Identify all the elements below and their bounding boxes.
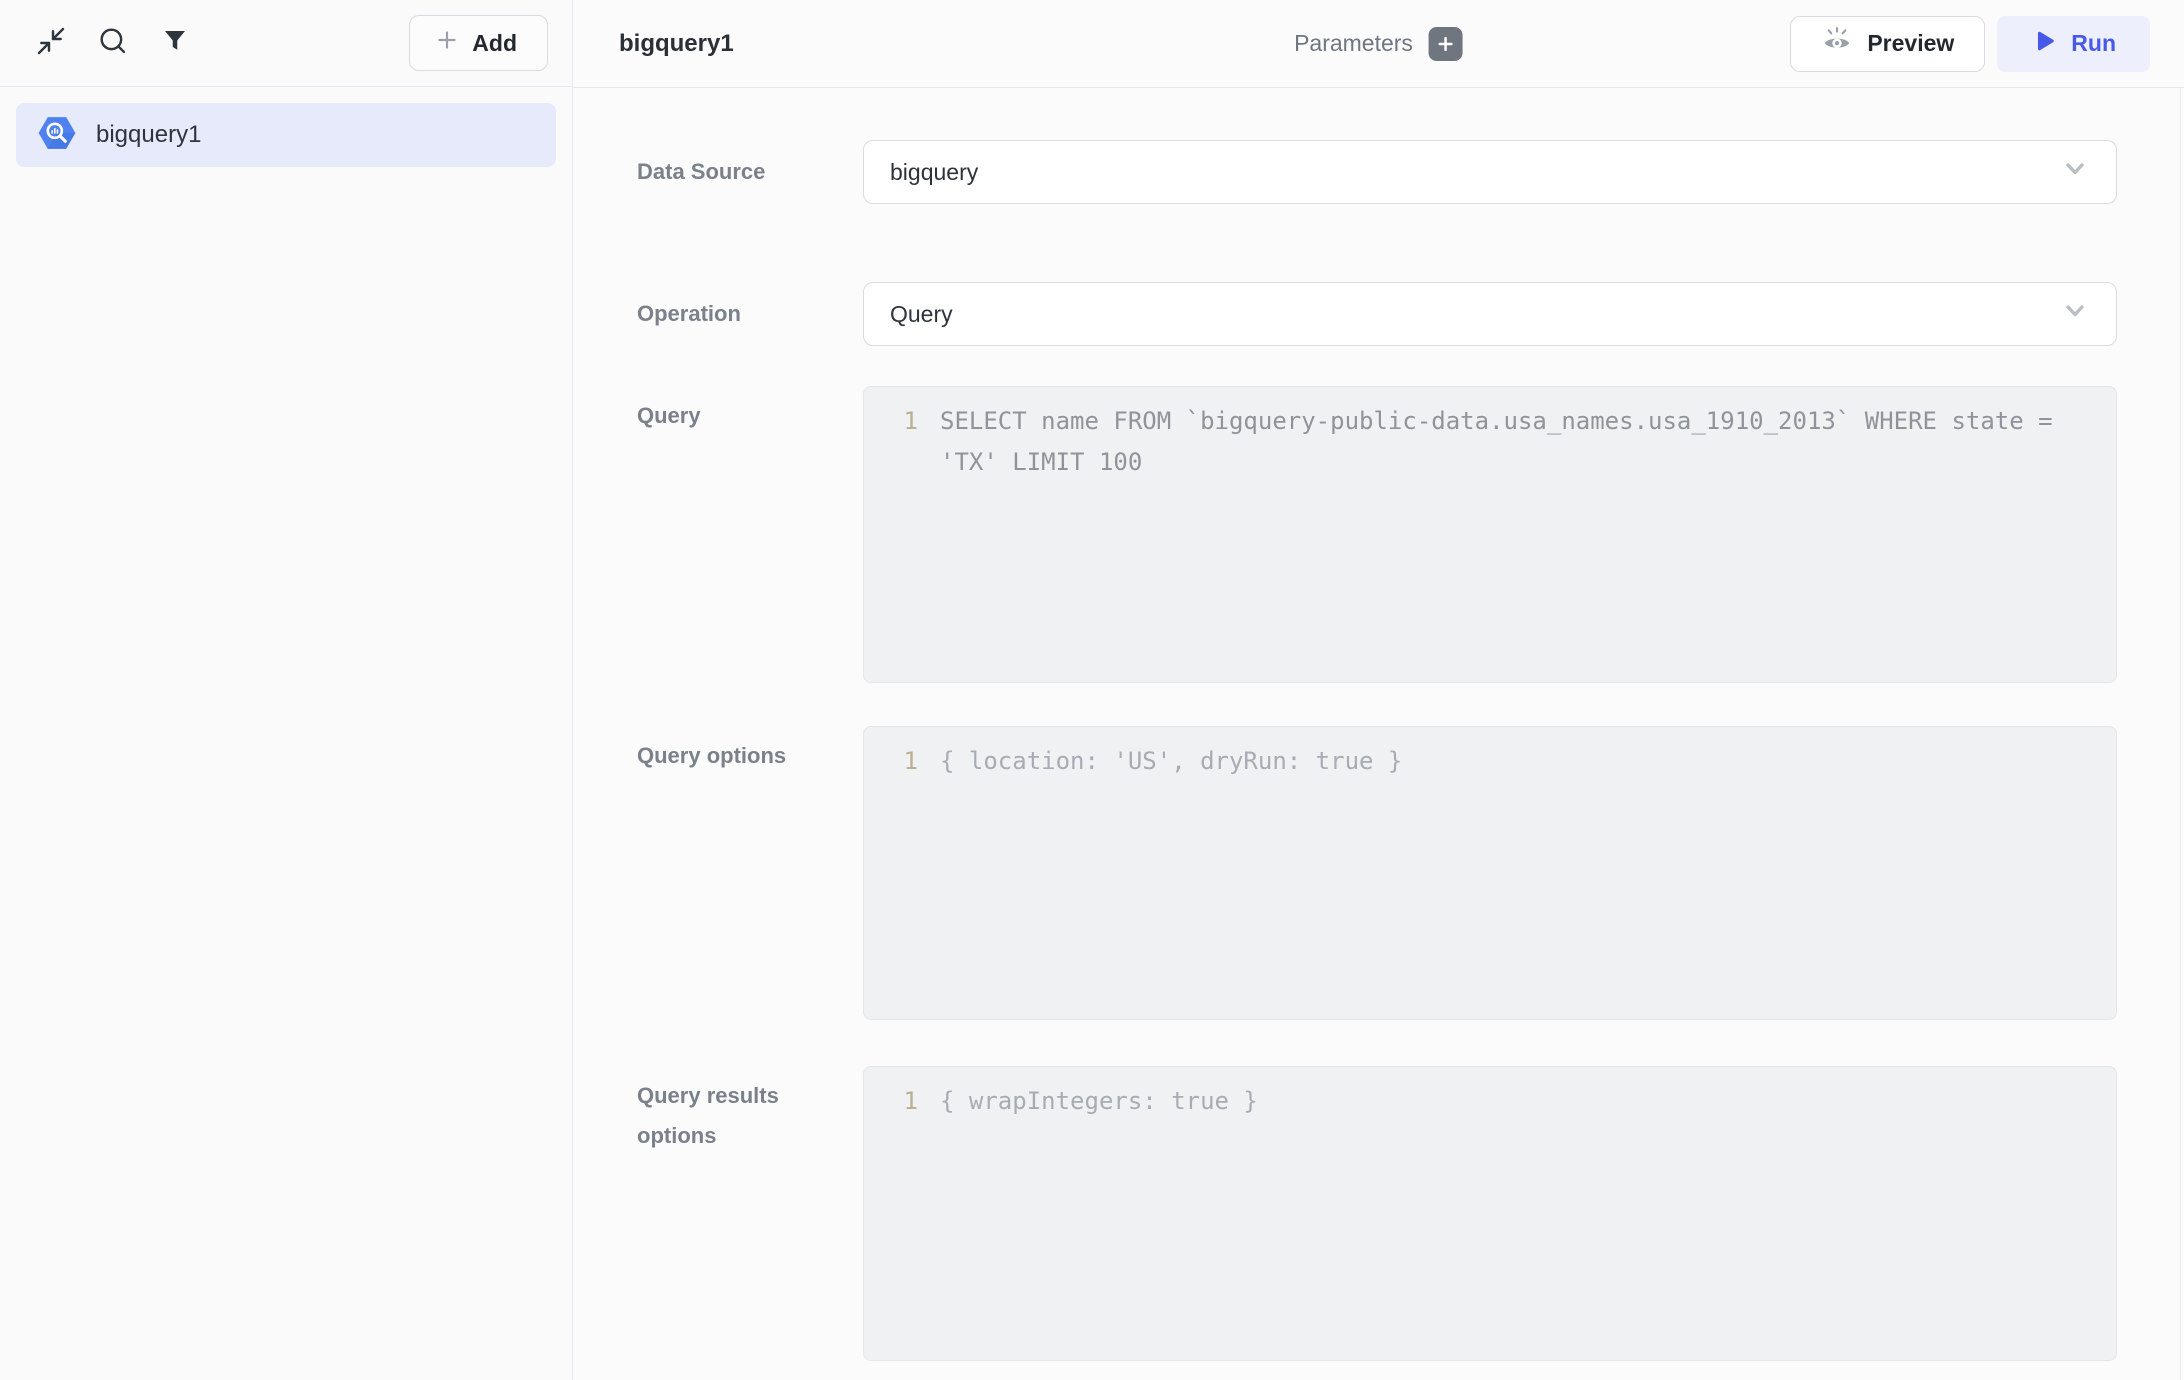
plus-icon xyxy=(434,27,460,59)
search-icon xyxy=(97,25,129,62)
query-options-label: Query options xyxy=(637,726,863,776)
operation-row: Operation Query xyxy=(637,282,2117,346)
query-results-options-editor[interactable]: 1 { wrapIntegers: true } xyxy=(863,1066,2117,1361)
data-source-select[interactable]: bigquery xyxy=(863,140,2117,204)
query-editor-header: bigquery1 Parameters xyxy=(573,0,2184,88)
line-number: 1 xyxy=(888,1081,918,1122)
add-parameter-button[interactable] xyxy=(1429,27,1463,61)
query-item-label: bigquery1 xyxy=(96,121,201,149)
query-results-options-row: Query results options 1 { wrapIntegers: … xyxy=(637,1066,2117,1361)
preview-button[interactable]: Preview xyxy=(1790,16,1985,72)
line-number: 1 xyxy=(888,401,918,442)
run-button[interactable]: Run xyxy=(1997,16,2150,72)
data-source-row: Data Source bigquery xyxy=(637,140,2117,204)
query-label: Query xyxy=(637,386,863,436)
play-icon xyxy=(2031,28,2057,60)
plus-icon xyxy=(1436,34,1456,54)
bigquery-logo-icon xyxy=(36,110,78,161)
header-actions: Preview Run xyxy=(1790,16,2150,72)
query-code-editor[interactable]: 1 SELECT name FROM `bigquery-public-data… xyxy=(863,386,2117,683)
parameters-group: Parameters xyxy=(1294,27,1463,61)
query-editor-main: bigquery1 Parameters xyxy=(573,0,2184,1380)
query-list-item-bigquery1[interactable]: bigquery1 xyxy=(16,103,556,167)
query-panel-sidebar: Add bigquery1 xyxy=(0,0,573,1380)
add-query-button[interactable]: Add xyxy=(409,15,548,71)
line-number: 1 xyxy=(888,741,918,782)
query-form: Data Source bigquery Operation Query xyxy=(573,88,2184,1380)
query-options-placeholder: { location: 'US', dryRun: true } xyxy=(940,741,1402,782)
collapse-panel-button[interactable] xyxy=(34,26,68,60)
query-options-editor[interactable]: 1 { location: 'US', dryRun: true } xyxy=(863,726,2117,1020)
data-source-label: Data Source xyxy=(637,152,863,192)
query-options-row: Query options 1 { location: 'US', dryRun… xyxy=(637,726,2117,1020)
add-button-label: Add xyxy=(472,30,517,57)
query-results-options-placeholder: { wrapIntegers: true } xyxy=(940,1081,1258,1122)
operation-select[interactable]: Query xyxy=(863,282,2117,346)
data-source-value: bigquery xyxy=(890,159,978,186)
query-list: bigquery1 xyxy=(0,87,572,183)
run-button-label: Run xyxy=(2071,30,2116,57)
sidebar-toolbar: Add xyxy=(0,0,572,87)
query-row: Query 1 SELECT name FROM `bigquery-publi… xyxy=(637,386,2117,683)
query-code-text: SELECT name FROM `bigquery-public-data.u… xyxy=(940,401,2090,483)
query-title: bigquery1 xyxy=(619,30,734,58)
query-results-options-label: Query results options xyxy=(637,1066,863,1156)
search-button[interactable] xyxy=(96,26,130,60)
chevron-down-icon xyxy=(2060,154,2090,190)
parameters-label: Parameters xyxy=(1294,30,1413,57)
scrollbar-track[interactable] xyxy=(2180,88,2184,1380)
operation-value: Query xyxy=(890,301,953,328)
arrows-collapse-icon xyxy=(35,25,67,62)
eye-icon xyxy=(1821,25,1853,63)
filter-button[interactable] xyxy=(158,26,192,60)
preview-button-label: Preview xyxy=(1867,30,1954,57)
filter-icon xyxy=(160,26,190,61)
chevron-down-icon xyxy=(2060,296,2090,332)
operation-label: Operation xyxy=(637,294,863,334)
